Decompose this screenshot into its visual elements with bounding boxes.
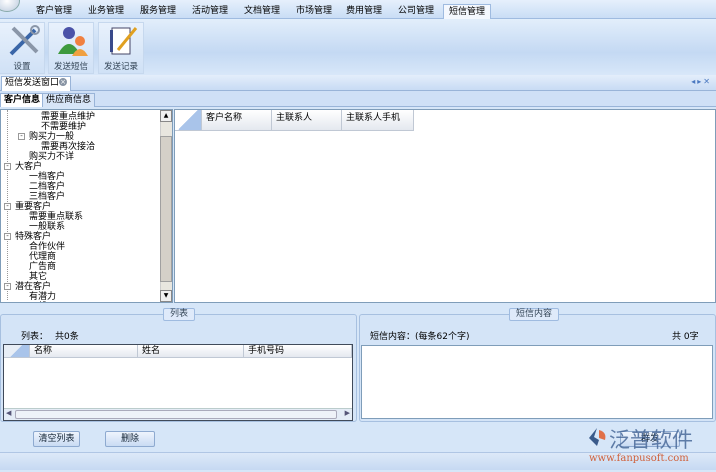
users-icon [58,27,88,56]
tree-node[interactable]: 重要客户 [15,202,51,212]
ribbon: 设置 发送短信 发送记录 [0,19,716,75]
tree-node[interactable]: 有潜力 [29,292,56,302]
delete-button[interactable]: 删除 [105,431,155,447]
customer-category-tree: 需要重点维护 不需要维护 - 购买力一般 需要再次接洽 购买力不详 - 大客户 … [0,109,173,303]
column-header[interactable]: 主联系人手机 [342,110,414,131]
column-header[interactable]: 客户名称 [202,110,272,131]
menu-tab-sms[interactable]: 短信管理 [443,4,491,19]
recipient-list-grid: 名称 姓名 手机号码 ◀ ▶ [3,344,353,421]
tree-node[interactable]: 特殊客户 [15,232,51,242]
horizontal-scrollbar[interactable]: ◀ ▶ [4,408,352,420]
tab-navigation: ◂▸✕ [691,77,712,86]
tree-node[interactable]: 需要重点联系 [29,212,83,222]
close-tab-icon[interactable]: × [59,78,67,86]
tree-node[interactable]: 二档客户 [29,182,65,192]
tree-node[interactable]: 代理商 [29,252,56,262]
scroll-left-icon[interactable]: ◀ [6,409,11,417]
menu-bar: 客户管理 业务管理 服务管理 活动管理 文档管理 市场管理 费用管理 公司管理 … [0,0,716,19]
tab-customer-info[interactable]: 客户信息 [0,93,45,107]
close-icon[interactable]: ✕ [703,77,712,86]
column-header[interactable]: 姓名 [138,345,244,358]
tree-node[interactable]: 合作伙伴 [29,242,65,252]
scroll-down-icon[interactable]: ▼ [160,290,172,302]
tree-node[interactable]: 需要重点维护 [41,112,95,122]
column-header[interactable]: 名称 [30,345,138,358]
tree-node[interactable]: 一档客户 [29,172,65,182]
scroll-right-icon[interactable]: ▶ [345,409,350,417]
sms-legend: 短信内容 [509,308,560,321]
tab-supplier-info[interactable]: 供应商信息 [42,93,96,107]
menu-tab-company[interactable]: 公司管理 [392,4,440,19]
send-records-button[interactable]: 发送记录 [98,22,144,74]
send-button[interactable]: 群发 [620,431,680,447]
menu-tab-expense[interactable]: 费用管理 [340,4,388,19]
tree-node[interactable]: 购买力一般 [29,132,74,142]
app-orb-button[interactable] [0,0,20,12]
tree-node[interactable]: 需要再次接洽 [41,142,95,152]
select-all-corner[interactable] [175,110,202,131]
menu-tab-document[interactable]: 文档管理 [238,4,286,19]
sms-char-count: 共 0字 [672,332,699,342]
collapse-icon[interactable]: - [18,133,25,140]
menu-tab-business[interactable]: 业务管理 [82,4,130,19]
scrollbar-thumb[interactable] [160,136,172,282]
tree-node[interactable]: 其它 [29,272,47,282]
collapse-icon[interactable]: - [4,233,11,240]
send-sms-button[interactable]: 发送短信 [48,22,94,74]
menu-tab-market[interactable]: 市场管理 [290,4,338,19]
menu-tab-customer[interactable]: 客户管理 [30,4,78,19]
status-strip [0,452,716,470]
tree-node[interactable]: 不需要维护 [41,122,86,132]
tree-node[interactable]: 一般 [29,302,47,303]
menu-tab-activity[interactable]: 活动管理 [186,4,234,19]
collapse-icon[interactable]: - [4,283,11,290]
list-legend: 列表 [163,308,196,321]
clear-list-button[interactable]: 清空列表 [33,431,80,447]
settings-button[interactable]: 设置 [0,22,45,74]
notebook-pen-icon [110,27,138,55]
list-count-label: 列表： [21,332,49,342]
sms-content-input[interactable] [361,345,713,419]
document-tab-bar: 短信发送窗口 × [0,75,716,91]
tree-node[interactable]: 一般联系 [29,222,65,232]
column-header[interactable]: 手机号码 [244,345,352,358]
scroll-up-icon[interactable]: ▲ [160,110,172,122]
scrollbar-thumb[interactable] [15,410,337,419]
select-all-corner[interactable] [4,345,30,358]
tools-icon [9,25,40,56]
tree-node[interactable]: 广告商 [29,262,56,272]
tree-node[interactable]: 三档客户 [29,192,65,202]
tree-node[interactable]: 大客户 [15,162,42,172]
collapse-icon[interactable]: - [4,203,11,210]
sub-tab-bar: 客户信息 供应商信息 [0,91,716,107]
customer-grid: 客户名称 主联系人 主联系人手机 [174,109,716,303]
brand-logo-icon [589,428,606,446]
sms-content-label: 短信内容：(每条62个字) [370,332,470,342]
list-count-value: 共0条 [55,332,79,342]
menu-tab-service[interactable]: 服务管理 [134,4,182,19]
column-header[interactable]: 主联系人 [272,110,342,131]
tree-node[interactable]: 购买力不详 [29,152,74,162]
collapse-icon[interactable]: - [4,163,11,170]
tree-node[interactable]: 潜在客户 [15,282,51,292]
